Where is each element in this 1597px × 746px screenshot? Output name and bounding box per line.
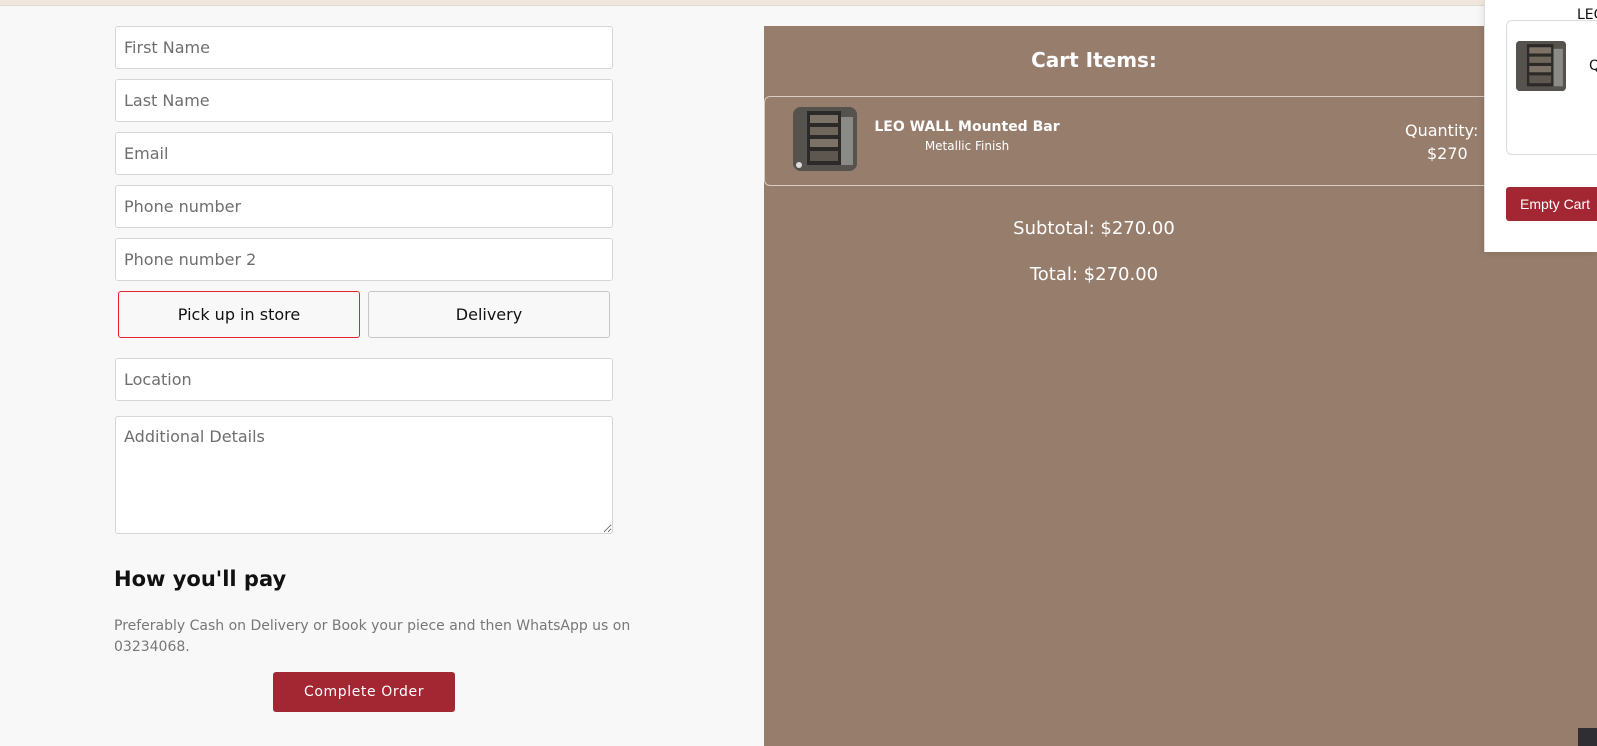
complete-order-button[interactable]: Complete Order [273, 672, 455, 712]
payment-heading: How you'll pay [114, 567, 287, 591]
mini-cart-dropdown: LEO Q Empty Cart [1484, 0, 1597, 252]
first-name-input[interactable] [115, 26, 613, 69]
cart-item-quantity: Quantity: 1 [1405, 121, 1494, 140]
payment-note: Preferably Cash on Delivery or Book your… [114, 618, 631, 655]
empty-cart-button[interactable]: Empty Cart [1506, 187, 1597, 221]
product-image-icon [793, 107, 857, 171]
email-input[interactable] [115, 132, 613, 175]
phone2-input[interactable] [115, 238, 613, 281]
mini-product-image-icon [1516, 41, 1566, 91]
mini-cart-item-detail: Q [1589, 58, 1597, 74]
cart-item-price: $270 [1427, 144, 1468, 163]
mini-cart-item-name: LEO [1577, 7, 1597, 23]
corner-widget[interactable] [1578, 728, 1597, 746]
product-thumbnail[interactable] [793, 107, 857, 171]
location-input[interactable] [115, 358, 613, 401]
pickup-in-store-button[interactable]: Pick up in store [118, 291, 360, 338]
delivery-button[interactable]: Delivery [368, 291, 610, 338]
cart-item: LEO WALL Mounted Bar Metallic Finish Qua… [764, 96, 1524, 186]
cart-item-name: LEO WALL Mounted Bar [874, 119, 1060, 135]
cart-total: Total: $270.00 [1029, 264, 1159, 285]
cart-subtotal: Subtotal: $270.00 [1013, 218, 1175, 239]
last-name-input[interactable] [115, 79, 613, 122]
additional-details-textarea[interactable] [115, 416, 613, 534]
top-strip [0, 0, 1597, 6]
cart-panel: Cart Items: LEO WALL Mounted Bar Metalli… [764, 26, 1597, 746]
mini-cart-thumbnail[interactable] [1516, 41, 1566, 91]
cart-item-variant: Metallic Finish [924, 139, 1010, 153]
cart-title: Cart Items: [1031, 48, 1157, 72]
phone-input[interactable] [115, 185, 613, 228]
